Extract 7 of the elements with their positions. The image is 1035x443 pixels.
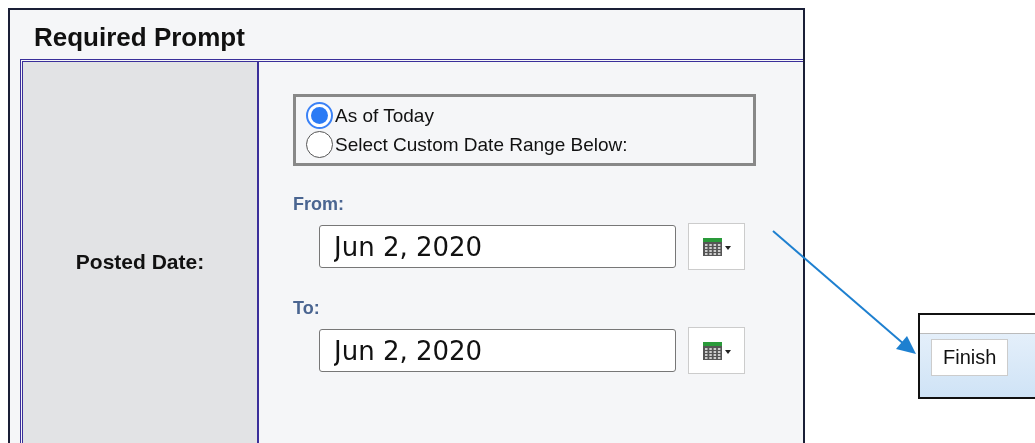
panel-title: Required Prompt: [34, 22, 245, 53]
radio-option[interactable]: As of Today: [306, 102, 743, 129]
prompt-label: Posted Date:: [75, 250, 205, 274]
radio-option[interactable]: Select Custom Date Range Below:: [306, 131, 743, 158]
date-label: From:: [293, 194, 344, 215]
finish-button[interactable]: Finish: [931, 339, 1009, 376]
date-label: To:: [293, 298, 320, 319]
